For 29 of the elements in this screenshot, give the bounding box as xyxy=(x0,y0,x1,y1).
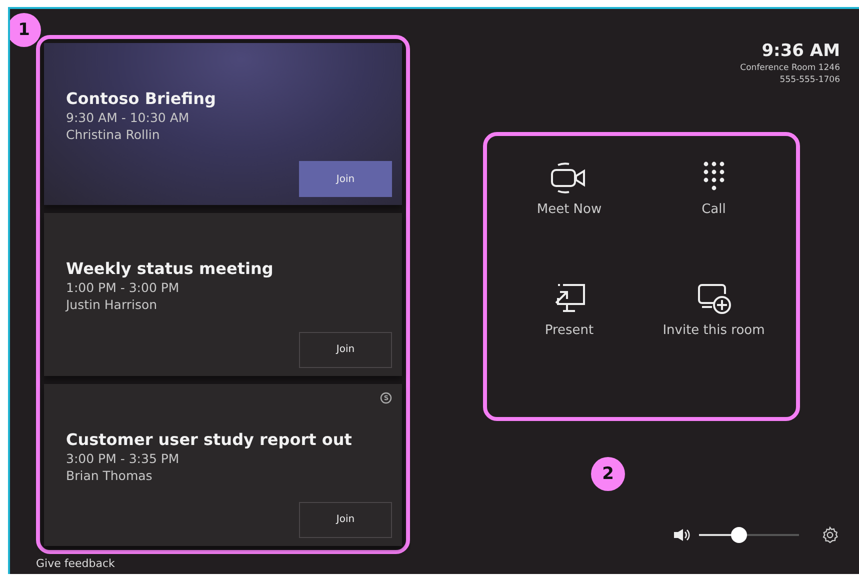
join-button[interactable]: Join xyxy=(299,332,392,368)
feedback-link[interactable]: Give feedback xyxy=(36,557,115,570)
meeting-card[interactable]: Weekly status meeting 1:00 PM - 3:00 PM Justin Harrison Join xyxy=(44,213,402,376)
volume-slider[interactable] xyxy=(699,527,799,543)
meeting-card[interactable]: Contoso Briefing 9:30 AM - 10:30 AM Christina Rollin Join xyxy=(44,43,402,206)
action-button[interactable]: Present xyxy=(497,276,642,397)
action-button[interactable]: Call xyxy=(642,156,786,276)
meeting-time: 3:00 PM - 3:35 PM xyxy=(66,450,180,466)
settings-icon[interactable] xyxy=(821,526,839,544)
clock-time: 9:36 AM xyxy=(762,41,840,61)
meeting-title: Weekly status meeting xyxy=(66,259,274,278)
action-button[interactable]: Invite this room xyxy=(642,276,786,397)
meeting-title: Contoso Briefing xyxy=(66,89,217,108)
slider-thumb[interactable] xyxy=(731,527,747,543)
annotation-badge: 2 xyxy=(591,457,625,491)
action-button[interactable]: Meet Now xyxy=(497,156,642,276)
meeting-time: 1:00 PM - 3:00 PM xyxy=(66,280,180,296)
meeting-organizer: Justin Harrison xyxy=(66,297,158,312)
join-button[interactable]: Join xyxy=(299,161,392,198)
meeting-organizer: Brian Thomas xyxy=(66,468,154,483)
meeting-title: Customer user study report out xyxy=(66,430,353,449)
annotation-badge: 1 xyxy=(10,13,41,47)
room-phone: 555-555-1706 xyxy=(780,75,840,85)
meeting-card[interactable]: Customer user study report out 3:00 PM - 3:35 PM Brian Thomas Join xyxy=(44,384,402,546)
join-button[interactable]: Join xyxy=(299,502,392,538)
meeting-organizer: Christina Rollin xyxy=(66,127,161,142)
meeting-time: 9:30 AM - 10:30 AM xyxy=(66,110,190,125)
speaker-icon[interactable] xyxy=(673,528,691,542)
room-name: Conference Room 1246 xyxy=(740,63,840,73)
